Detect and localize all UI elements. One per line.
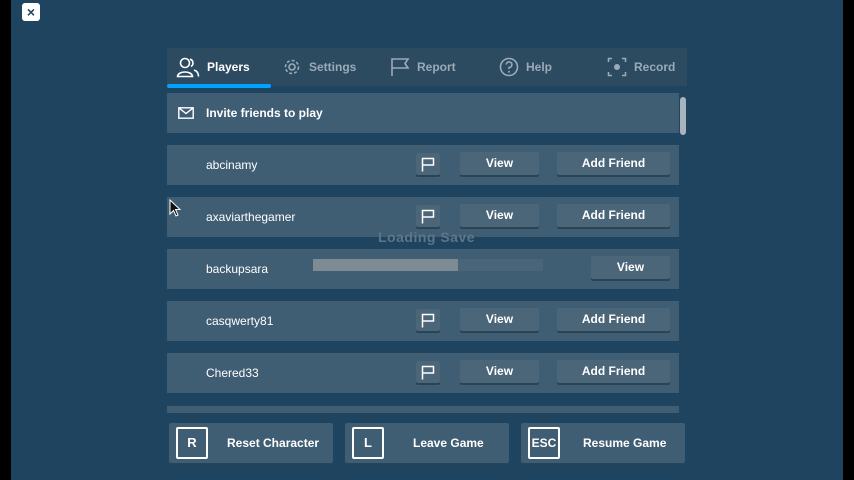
resume-game-label: Resume Game [583,436,667,450]
player-list: Invite friends to play abcinamy View Add… [167,93,687,413]
mail-icon [178,107,194,119]
player-list-scrollbar[interactable] [680,97,686,135]
tab-settings-label: Settings [309,60,357,74]
leave-game-label: Leave Game [413,436,484,450]
player-name: casqwerty81 [206,314,274,328]
tab-record[interactable]: Record [583,48,687,86]
active-tab-indicator [167,84,271,88]
flag-icon [421,157,435,171]
view-player-button[interactable]: View [591,256,670,279]
player-name: axaviarthegamer [206,210,296,224]
tab-help[interactable]: Help [479,48,583,86]
invite-friends-label: Invite friends to play [206,106,323,120]
player-row-partial [167,406,679,413]
add-friend-button[interactable]: Add Friend [557,308,670,331]
mouse-cursor-icon [169,199,181,217]
tab-record-label: Record [634,60,676,74]
add-friend-button[interactable]: Add Friend [557,204,670,227]
players-icon [176,57,200,78]
reset-character-button[interactable]: R Reset Character [169,423,333,463]
tab-players-label: Players [207,60,250,74]
gear-icon [284,59,300,75]
resume-key-hint: ESC [528,427,560,459]
player-name: backupsara [206,262,269,276]
report-player-button[interactable] [416,205,440,227]
loading-save-text: Loading Save [378,229,476,245]
loading-progress-fill [313,259,458,271]
player-row: abcinamy View Add Friend [167,145,679,185]
view-player-button[interactable]: View [460,204,539,227]
tab-settings[interactable]: Settings [271,48,375,86]
tab-report-label: Report [417,60,456,74]
player-row: Chered33 View Add Friend [167,353,679,393]
help-icon [499,57,519,77]
tab-report[interactable]: Report [375,48,479,86]
view-player-button[interactable]: View [460,360,539,383]
player-row: backupsara View [167,249,679,289]
flag-icon [421,313,435,327]
player-name: abcinamy [206,158,258,172]
add-friend-button[interactable]: Add Friend [557,152,670,175]
player-row: casqwerty81 View Add Friend [167,301,679,341]
view-player-button[interactable]: View [460,152,539,175]
reset-key-hint: R [176,427,208,459]
report-player-button[interactable] [416,153,440,175]
tab-help-label: Help [526,60,553,74]
resume-game-button[interactable]: ESC Resume Game [521,423,685,463]
tab-players[interactable]: Players [167,48,271,88]
reset-character-label: Reset Character [227,436,320,450]
menu-tab-bar: Players Settings Report Help Record [167,48,687,88]
report-player-button[interactable] [416,361,440,383]
flag-icon [421,209,435,223]
add-friend-button[interactable]: Add Friend [557,360,670,383]
report-player-button[interactable] [416,309,440,331]
leave-game-button[interactable]: L Leave Game [345,423,509,463]
view-player-button[interactable]: View [460,308,539,331]
flag-icon [391,58,410,76]
loading-progress-bar [313,259,543,271]
flag-icon [421,365,435,379]
close-button[interactable]: × [22,3,40,21]
record-icon [607,57,627,77]
leave-key-hint: L [352,427,384,459]
player-name: Chered33 [206,366,259,380]
invite-friends-button[interactable]: Invite friends to play [167,93,679,133]
